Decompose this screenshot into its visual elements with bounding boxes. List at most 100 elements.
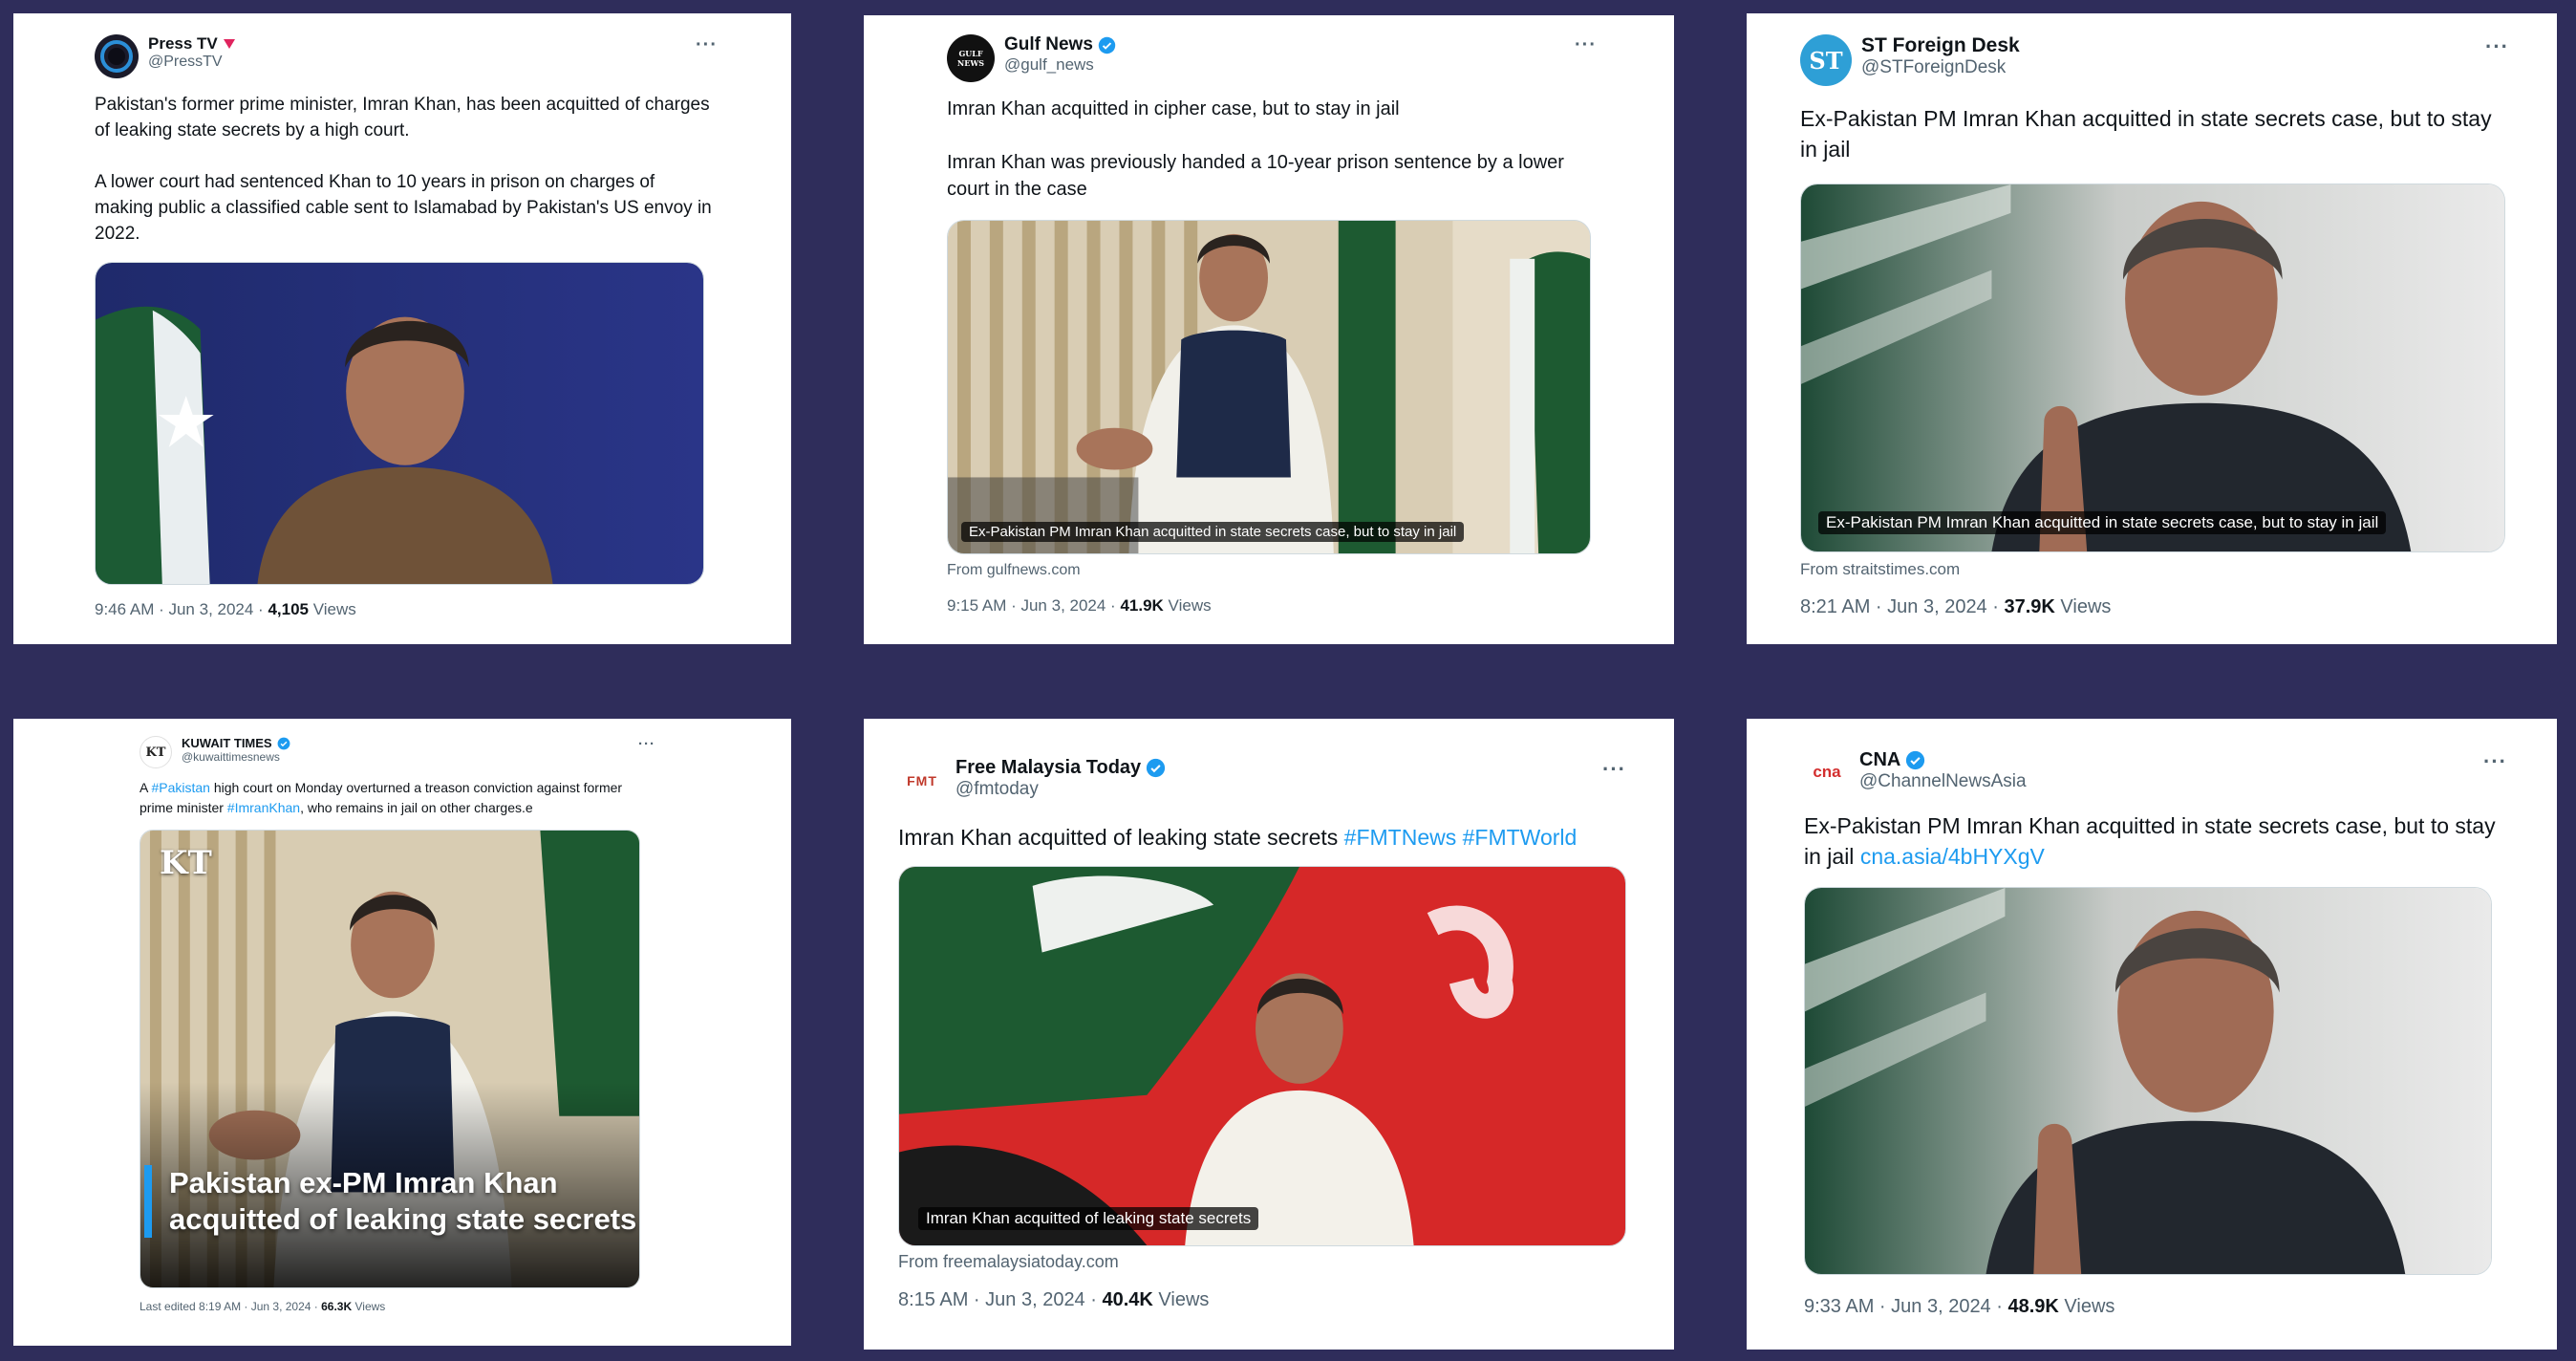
tweet: FMT Free Malaysia Today @fmtoday ··· Imr… bbox=[898, 757, 1626, 1311]
gulfnews-logo: GULF NEWS bbox=[956, 49, 985, 68]
views-label: Views bbox=[352, 1300, 386, 1313]
views-label: Views bbox=[309, 600, 356, 618]
avatar[interactable]: FMT bbox=[898, 757, 946, 805]
account-name[interactable]: ST Foreign Desk bbox=[1861, 34, 2020, 57]
tweet-text-paragraph: Imran Khan acquitted in cipher case, but… bbox=[947, 98, 1400, 119]
tweet-meta: 9:15 AM · Jun 3, 2024 · 41.9K Views bbox=[947, 596, 1597, 616]
tweet: KT KUWAIT TIMES @kuwaittimesnews ··· A #… bbox=[140, 736, 655, 1313]
views-label: Views bbox=[2058, 1296, 2115, 1317]
tweet-text: Imran Khan acquitted in cipher case, but… bbox=[947, 96, 1597, 203]
tweet-card-stforeigndesk[interactable]: ST ST Foreign Desk @STForeignDesk ··· Ex… bbox=[1747, 13, 2557, 644]
more-options-icon[interactable]: ··· bbox=[2485, 34, 2509, 59]
views-label: Views bbox=[2054, 596, 2112, 617]
timestamp[interactable]: Last edited 8:19 AM · Jun 3, 2024 · bbox=[140, 1300, 321, 1313]
hashtag-link[interactable]: #FMTNews bbox=[1344, 825, 1457, 850]
tweet: ST ST Foreign Desk @STForeignDesk ··· Ex… bbox=[1800, 34, 2509, 618]
account-handle[interactable]: @gulf_news bbox=[1004, 55, 1116, 75]
tweet-text-paragraph: Ex-Pakistan PM Imran Khan acquitted in s… bbox=[1800, 106, 2492, 162]
tweet-header: ST ST Foreign Desk @STForeignDesk ··· bbox=[1800, 34, 2509, 86]
views-label: Views bbox=[1163, 596, 1212, 615]
tweet-image[interactable] bbox=[1804, 887, 2492, 1275]
tweet-text-paragraph: Imran Khan was previously handed a 10-ye… bbox=[947, 152, 1564, 200]
tweet-image[interactable] bbox=[95, 262, 704, 585]
account-names: CNA @ChannelNewsAsia bbox=[1859, 749, 2027, 792]
account-handle[interactable]: @fmtoday bbox=[955, 779, 1166, 800]
more-options-icon[interactable]: ··· bbox=[1602, 757, 1626, 782]
link-source[interactable]: From gulfnews.com bbox=[947, 562, 1597, 579]
avatar[interactable]: ST bbox=[1800, 34, 1852, 86]
more-options-icon[interactable]: ··· bbox=[696, 34, 718, 56]
photo-imran-khan bbox=[96, 263, 703, 584]
timestamp[interactable]: 9:15 AM · Jun 3, 2024 · bbox=[947, 596, 1120, 615]
link-card-image[interactable]: Ex-Pakistan PM Imran Khan acquitted in s… bbox=[947, 220, 1591, 554]
tweet-card-cna[interactable]: cna CNA @ChannelNewsAsia ··· Ex-Pakistan… bbox=[1747, 719, 2557, 1350]
account-handle[interactable]: @PressTV bbox=[148, 54, 236, 71]
avatar[interactable]: cna bbox=[1804, 749, 1850, 795]
tweet-text-part: Imran Khan acquitted of leaking state se… bbox=[898, 825, 1344, 850]
hashtag-link[interactable]: #Pakistan bbox=[151, 780, 209, 795]
tweet-text-part: , who remains in jail on other charges.e bbox=[300, 800, 533, 815]
account-name[interactable]: Free Malaysia Today bbox=[955, 757, 1141, 779]
timestamp[interactable]: 8:15 AM · Jun 3, 2024 · bbox=[898, 1289, 1102, 1310]
tweet-header: Press TV @PressTV ··· bbox=[95, 34, 718, 78]
tweet-text-paragraph: Pakistan's former prime minister, Imran … bbox=[95, 95, 710, 140]
timestamp[interactable]: 8:21 AM · Jun 3, 2024 · bbox=[1800, 596, 2004, 617]
link-card-image[interactable]: Imran Khan acquitted of leaking state se… bbox=[898, 866, 1626, 1246]
tweet-image[interactable]: KT Pakistan ex-PM Imran Khan acquitted o… bbox=[140, 830, 640, 1288]
tweet-card-fmtoday[interactable]: FMT Free Malaysia Today @fmtoday ··· Imr… bbox=[864, 719, 1674, 1350]
tweet: cna CNA @ChannelNewsAsia ··· Ex-Pakistan… bbox=[1804, 749, 2507, 1318]
verified-icon bbox=[1906, 750, 1925, 770]
tweet-text: Ex-Pakistan PM Imran Khan acquitted in s… bbox=[1804, 810, 2507, 872]
link-source[interactable]: From straitstimes.com bbox=[1800, 560, 2509, 579]
tweet-card-gulfnews[interactable]: GULF NEWS Gulf News @gulf_news ··· Imran… bbox=[864, 15, 1674, 644]
image-caption: Ex-Pakistan PM Imran Khan acquitted in s… bbox=[1818, 511, 2387, 534]
views-count: 41.9K bbox=[1120, 596, 1164, 615]
more-options-icon[interactable]: ··· bbox=[2483, 749, 2507, 774]
account-names: Free Malaysia Today @fmtoday bbox=[955, 757, 1166, 800]
avatar[interactable] bbox=[95, 34, 139, 78]
account-name[interactable]: Press TV bbox=[148, 34, 218, 54]
tweet-header: GULF NEWS Gulf News @gulf_news ··· bbox=[947, 34, 1597, 82]
more-options-icon[interactable]: ··· bbox=[1575, 34, 1597, 56]
views-count: 48.9K bbox=[2007, 1296, 2059, 1317]
hashtag-link[interactable]: #FMTWorld bbox=[1463, 825, 1578, 850]
red-triangle-icon bbox=[223, 39, 235, 49]
st-logo: ST bbox=[1809, 46, 1843, 75]
timestamp[interactable]: 9:33 AM · Jun 3, 2024 · bbox=[1804, 1296, 2007, 1317]
avatar[interactable]: KT bbox=[140, 736, 172, 768]
views-count: 4,105 bbox=[268, 600, 309, 618]
views-count: 40.4K bbox=[1102, 1289, 1153, 1310]
account-name[interactable]: KUWAIT TIMES bbox=[182, 736, 272, 750]
account-handle[interactable]: @ChannelNewsAsia bbox=[1859, 771, 2027, 792]
tweet-header: FMT Free Malaysia Today @fmtoday ··· bbox=[898, 757, 1626, 805]
account-names: Gulf News @gulf_news bbox=[1004, 34, 1116, 75]
tweet-card-presstv[interactable]: Press TV @PressTV ··· Pakistan's former … bbox=[13, 13, 791, 644]
tweet-header: KT KUWAIT TIMES @kuwaittimesnews ··· bbox=[140, 736, 655, 768]
account-name[interactable]: Gulf News bbox=[1004, 34, 1093, 55]
more-options-icon[interactable]: ··· bbox=[638, 736, 655, 752]
hashtag-link[interactable]: #ImranKhan bbox=[227, 800, 300, 815]
image-headline: Pakistan ex-PM Imran Khan acquitted of l… bbox=[144, 1165, 639, 1238]
account-handle[interactable]: @kuwaittimesnews bbox=[182, 750, 290, 764]
photo-imran-khan-rally bbox=[899, 867, 1625, 1245]
account-name[interactable]: CNA bbox=[1859, 749, 1900, 771]
account-names: ST Foreign Desk @STForeignDesk bbox=[1861, 34, 2020, 78]
tweet-meta: 9:46 AM · Jun 3, 2024 · 4,105 Views bbox=[95, 600, 718, 619]
tweet-card-kuwaittimes[interactable]: KT KUWAIT TIMES @kuwaittimesnews ··· A #… bbox=[13, 719, 791, 1346]
kt-watermark: KT bbox=[160, 844, 212, 882]
kt-logo: KT bbox=[145, 745, 166, 760]
tweet: GULF NEWS Gulf News @gulf_news ··· Imran… bbox=[947, 34, 1597, 616]
verified-icon bbox=[1147, 758, 1166, 778]
short-link[interactable]: cna.asia/4bHYXgV bbox=[1860, 844, 2045, 869]
photo-imran-khan-speaking bbox=[1805, 888, 2491, 1274]
tweet-text: Pakistan's former prime minister, Imran … bbox=[95, 92, 718, 247]
account-handle[interactable]: @STForeignDesk bbox=[1861, 57, 2020, 78]
tweet-text: A #Pakistan high court on Monday overtur… bbox=[140, 778, 655, 818]
avatar[interactable]: GULF NEWS bbox=[947, 34, 995, 82]
verified-icon bbox=[1098, 36, 1116, 54]
tweet-text: Imran Khan acquitted of leaking state se… bbox=[898, 822, 1626, 853]
link-card-image[interactable]: Ex-Pakistan PM Imran Khan acquitted in s… bbox=[1800, 184, 2505, 552]
link-source[interactable]: From freemalaysiatoday.com bbox=[898, 1252, 1626, 1272]
timestamp[interactable]: 9:46 AM · Jun 3, 2024 · bbox=[95, 600, 268, 618]
photo-imran-khan-seated bbox=[948, 221, 1590, 553]
